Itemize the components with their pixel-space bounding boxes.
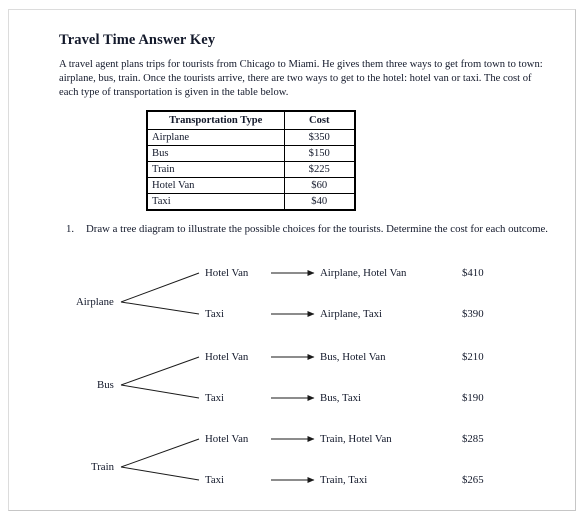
tree-mid-label-1-1: Taxi [205, 392, 225, 404]
branch-line-lower-0 [120, 301, 200, 315]
tree-mid-label-2-1: Taxi [205, 474, 225, 486]
cost-table-body: Airplane $350 Bus $150 Train $225 Hotel Van $60… [146, 129, 356, 211]
cell-transportation-type: Train [146, 161, 285, 178]
tree-outcome-label-2-1: Train, Taxi [320, 474, 368, 486]
tree-cost-label-2-0: $285 [462, 433, 484, 445]
document-page: Travel Time Answer Key A travel agent pl… [8, 9, 576, 511]
cell-cost: $225 [283, 161, 356, 178]
question-text: Draw a tree diagram to illustrate the po… [86, 223, 549, 235]
tree-mid-label-0-1: Taxi [205, 308, 225, 320]
tree-outcome-label-1-1: Bus, Taxi [320, 392, 362, 404]
cell-cost: $350 [283, 129, 356, 146]
branch-line-upper-1 [120, 356, 200, 386]
cell-transportation-type: Taxi [146, 193, 285, 211]
tree-outcome-label-2-0: Train, Hotel Van [320, 433, 392, 445]
tree-mid-label-2-0: Hotel Van [205, 433, 249, 445]
table-row: Hotel Van $60 [146, 177, 356, 194]
branch-line-lower-1 [120, 384, 200, 399]
tree-cost-label-0-0: $410 [462, 267, 484, 279]
tree-mid-label-0-0: Hotel Van [205, 267, 249, 279]
page-title: Travel Time Answer Key [59, 32, 216, 48]
cost-table: Transportation Type Cost Airplane $350 Bus… [146, 110, 356, 211]
cost-table-head: Transportation Type Cost [146, 110, 356, 130]
branch-line-upper-2 [120, 438, 200, 468]
cell-cost: $40 [283, 193, 356, 211]
cell-transportation-type: Airplane [146, 129, 285, 146]
cell-cost: $150 [283, 145, 356, 162]
cell-transportation-type: Hotel Van [146, 177, 285, 194]
question-number: 1. [66, 223, 75, 235]
tree-outcome-label-0-0: Airplane, Hotel Van [320, 267, 407, 279]
tree-mid-label-1-0: Hotel Van [205, 351, 249, 363]
tree-root-label-1: Bus [97, 379, 114, 391]
tree-branch-lines [120, 270, 315, 483]
cell-cost: $60 [283, 177, 356, 194]
tree-outcome-label-0-1: Airplane, Taxi [320, 308, 383, 320]
cell-transportation-type: Bus [146, 145, 285, 162]
tree-root-label-0: Airplane [76, 296, 114, 308]
intro-paragraph: A travel agent plans trips for tourists … [59, 59, 543, 99]
table-row: Bus $150 [146, 145, 356, 162]
table-row: Train $225 [146, 161, 356, 178]
tree-outcome-label-1-0: Bus, Hotel Van [320, 351, 386, 363]
table-row: Taxi $40 [146, 193, 356, 211]
branch-line-lower-2 [120, 466, 200, 481]
branch-line-upper-0 [120, 272, 200, 303]
column-header-transportation-type: Transportation Type [146, 110, 285, 130]
table-header-row: Transportation Type Cost [146, 110, 356, 130]
tree-cost-label-0-1: $390 [462, 308, 484, 320]
tree-root-label-2: Train [91, 461, 115, 473]
tree-cost-label-2-1: $265 [462, 474, 484, 486]
tree-cost-label-1-0: $210 [462, 351, 484, 363]
question-1: 1. Draw a tree diagram to illustrate the… [66, 222, 558, 238]
tree-cost-label-1-1: $190 [462, 392, 484, 404]
column-header-cost: Cost [283, 110, 356, 130]
table-row: Airplane $350 [146, 129, 356, 146]
